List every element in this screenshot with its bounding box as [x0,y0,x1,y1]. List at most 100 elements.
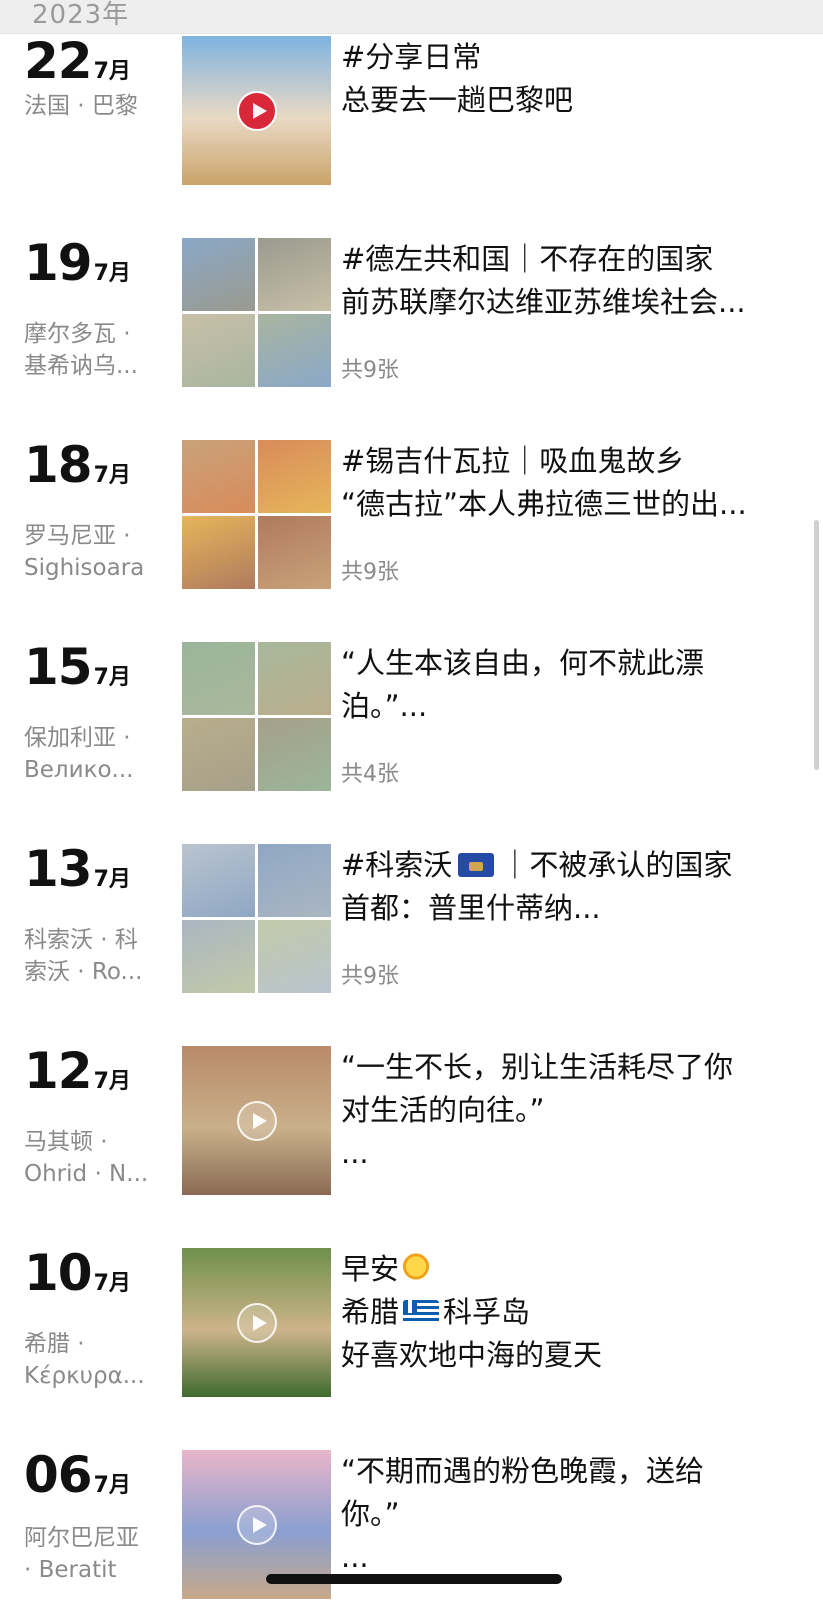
entry-caption[interactable]: #科索沃 ｜不被承认的国家 首都：普里什蒂纳... [341,844,803,930]
photo-thumbnail[interactable] [258,516,331,589]
date-day: 15 [24,638,93,696]
date-month: 7月 [93,59,131,84]
photo-thumbnail[interactable] [258,440,331,513]
date-month: 7月 [93,261,131,286]
entry-location[interactable]: 法国 · 巴黎 [24,90,164,122]
video-thumbnail[interactable] [182,36,331,185]
location-line: · Beratit [24,1557,117,1583]
photo-thumbnail[interactable] [182,920,255,993]
photo-grid[interactable] [182,844,331,993]
video-thumbnail[interactable] [182,1046,331,1195]
caption-line: 对生活的向往。” [341,1093,545,1127]
date-day: 19 [24,234,93,292]
entry-caption[interactable]: “不期而遇的粉色晚霞，送给 你。”... [341,1450,803,1579]
timeline-entry[interactable]: 227月法国 · 巴黎 #分享日常总要去一趟巴黎吧 [0,32,823,186]
photo-thumbnail[interactable] [182,314,255,387]
timeline-entry[interactable]: 187月罗马尼亚 · Sighisoara #锡吉什瓦拉｜吸血鬼故乡 “德古拉”本人弗… [0,436,823,590]
location-line: 罗马尼亚 · [24,523,131,549]
date-day: 10 [24,1244,93,1302]
location-line: 阿尔巴尼亚 [24,1525,139,1551]
photo-thumbnail[interactable] [182,844,255,917]
photo-grid[interactable] [182,238,331,387]
photo-thumbnail[interactable] [258,844,331,917]
photo-thumbnail[interactable] [258,642,331,715]
date-day: 22 [24,32,93,90]
caption-line: “不期而遇的粉色晚霞，送给 [341,1454,705,1488]
photo-thumbnail[interactable] [258,920,331,993]
photo-thumbnail[interactable] [258,314,331,387]
timeline-entry[interactable]: 127月马其顿 · Ohrid · N... “一生不长，别让生活耗尽了你 对生活的向… [0,1042,823,1196]
greece-flag-icon [403,1300,440,1324]
scrollbar[interactable] [814,520,819,770]
date-day: 13 [24,840,93,898]
caption-line: #锡吉什瓦拉｜吸血鬼故乡 [341,444,685,478]
entry-caption[interactable]: #德左共和国｜不存在的国家 前苏联摩尔达维亚苏维埃社会... [341,238,803,324]
photo-thumbnail[interactable] [182,238,255,311]
entry-caption[interactable]: “一生不长，别让生活耗尽了你 对生活的向往。”... [341,1046,803,1175]
location-line: Κέρκυρα... [24,1363,145,1389]
date-month: 7月 [93,1271,131,1296]
photo-thumbnail[interactable] [182,642,255,715]
entry-location[interactable]: 阿尔巴尼亚 · Beratit [24,1522,164,1586]
entry-date: 067月 [24,1446,131,1504]
photo-grid[interactable] [182,440,331,589]
caption-line: 总要去一趟巴黎吧 [341,83,574,117]
entry-caption[interactable]: “人生本该自由，何不就此漂 泊。”... [341,642,803,728]
entry-date: 137月 [24,840,131,898]
entry-location[interactable]: 马其顿 · Ohrid · N... [24,1126,164,1190]
date-month: 7月 [93,665,131,690]
entry-date: 197月 [24,234,131,292]
date-month: 7月 [93,867,131,892]
entry-location[interactable]: 希腊 · Κέρκυρα... [24,1328,164,1392]
timeline-entry[interactable]: 157月保加利亚 · Велико... “人生本该自由，何不就此漂 泊。”... 共4… [0,638,823,792]
photo-count: 共4张 [341,762,399,787]
location-line: 法国 · 巴黎 [24,93,138,119]
year-label: 2023年 [32,0,130,30]
caption-line: #分享日常 [341,40,482,74]
entry-location[interactable]: 保加利亚 · Велико... [24,722,164,786]
location-line: Велико... [24,757,134,783]
entry-location[interactable]: 罗马尼亚 · Sighisoara [24,520,164,584]
timeline-entry[interactable]: 107月希腊 · Κέρκυρα... 早安 希腊 科孚岛 好喜欢地中海的夏天 [0,1244,823,1398]
date-month: 7月 [93,1473,131,1498]
caption-line: “人生本该自由，何不就此漂 [341,646,705,680]
entry-location[interactable]: 科索沃 · 科索沃 · Ro... [24,924,164,988]
location-line: Ohrid · N... [24,1161,149,1187]
photo-thumbnail[interactable] [182,516,255,589]
entry-location[interactable]: 摩尔多瓦 · 基希讷乌... [24,318,164,382]
photo-count: 共9张 [341,560,399,585]
play-icon[interactable] [236,1302,277,1343]
timeline-entry[interactable]: 137月科索沃 · 科索沃 · Ro... #科索沃 ｜不被承认的国家 首都：普里什蒂… [0,840,823,994]
entry-date: 227月 [24,32,131,90]
location-line: 基希讷乌... [24,353,138,379]
sun-emoji-icon [401,1253,432,1283]
date-month: 7月 [93,463,131,488]
play-icon[interactable] [236,1504,277,1545]
caption-line: 希腊 科孚岛 [341,1295,531,1329]
photo-thumbnail[interactable] [182,718,255,791]
photo-thumbnail[interactable] [182,440,255,513]
photo-thumbnail[interactable] [258,718,331,791]
video-thumbnail[interactable] [182,1248,331,1397]
entry-caption[interactable]: #锡吉什瓦拉｜吸血鬼故乡 “德古拉”本人弗拉德三世的出... [341,440,803,526]
kosovo-flag-icon [458,853,495,877]
caption-line: “一生不长，别让生活耗尽了你 [341,1050,734,1084]
caption-line: ... [341,1540,369,1574]
timeline-entry[interactable]: 197月摩尔多瓦 · 基希讷乌... #德左共和国｜不存在的国家 前苏联摩尔达维亚苏维… [0,234,823,388]
location-line: Sighisoara [24,555,145,581]
home-indicator [266,1574,562,1584]
entry-caption[interactable]: 早安 希腊 科孚岛 好喜欢地中海的夏天 [341,1248,803,1377]
caption-line: 泊。”... [341,689,428,723]
photo-thumbnail[interactable] [258,238,331,311]
photo-grid[interactable] [182,642,331,791]
entry-caption[interactable]: #分享日常总要去一趟巴黎吧 [341,36,803,122]
location-line: 希腊 · [24,1331,85,1357]
location-line: 马其顿 · [24,1129,108,1155]
play-icon[interactable] [236,90,277,131]
caption-line: #德左共和国｜不存在的国家 [341,242,714,276]
entry-date: 127月 [24,1042,131,1100]
caption-line: 你。” [341,1497,400,1531]
play-icon[interactable] [236,1100,277,1141]
location-line: 摩尔多瓦 · [24,321,131,347]
date-day: 18 [24,436,93,494]
